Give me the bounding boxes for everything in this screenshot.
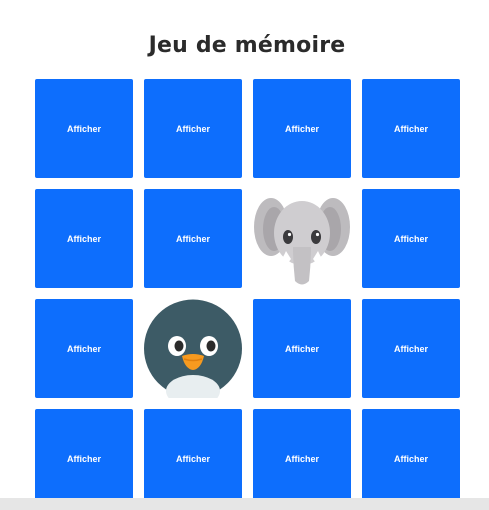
- memory-card[interactable]: Afficher: [362, 79, 460, 178]
- memory-card[interactable]: Afficher: [362, 409, 460, 508]
- card-show-label: Afficher: [393, 453, 428, 464]
- memory-card-grid: Afficher Afficher Afficher Afficher Affi…: [35, 79, 460, 508]
- penguin-icon: [144, 299, 242, 398]
- card-show-label: Afficher: [393, 343, 428, 354]
- memory-card[interactable]: Afficher: [253, 79, 351, 178]
- memory-card[interactable]: Afficher: [35, 409, 133, 508]
- horizontal-scrollbar[interactable]: [0, 498, 489, 510]
- memory-card[interactable]: Afficher: [35, 189, 133, 288]
- card-show-label: Afficher: [284, 123, 319, 134]
- memory-card[interactable]: Afficher: [144, 189, 242, 288]
- card-show-label: Afficher: [284, 343, 319, 354]
- card-show-label: Afficher: [393, 233, 428, 244]
- card-show-label: Afficher: [175, 453, 210, 464]
- memory-card[interactable]: Afficher: [362, 189, 460, 288]
- card-show-label: Afficher: [66, 123, 101, 134]
- memory-card[interactable]: Afficher: [362, 299, 460, 398]
- memory-card[interactable]: Afficher: [253, 299, 351, 398]
- memory-card[interactable]: Afficher: [35, 299, 133, 398]
- memory-card[interactable]: Afficher: [144, 299, 242, 398]
- memory-card[interactable]: Afficher: [253, 409, 351, 508]
- card-show-label: Afficher: [66, 453, 101, 464]
- memory-card[interactable]: Afficher: [35, 79, 133, 178]
- memory-card[interactable]: Afficher: [144, 409, 242, 508]
- card-show-label: Afficher: [66, 343, 101, 354]
- card-show-label: Afficher: [393, 123, 428, 134]
- card-show-label: Afficher: [175, 123, 210, 134]
- elephant-icon: [254, 198, 350, 285]
- card-show-label: Afficher: [66, 233, 101, 244]
- card-show-label: Afficher: [175, 233, 210, 244]
- page-title: Jeu de mémoire: [148, 32, 346, 58]
- card-show-label: Afficher: [284, 453, 319, 464]
- memory-card[interactable]: Afficher: [144, 79, 242, 178]
- memory-card[interactable]: Afficher: [253, 189, 351, 288]
